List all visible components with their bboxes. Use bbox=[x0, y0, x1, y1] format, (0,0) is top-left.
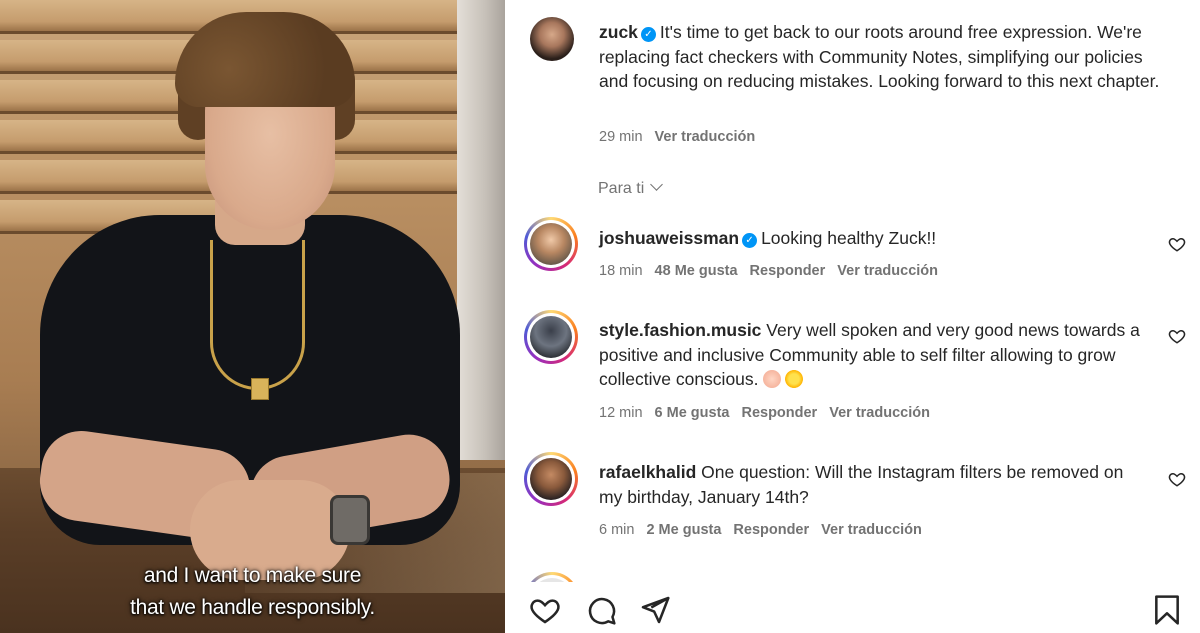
bookmark-icon[interactable] bbox=[1151, 594, 1183, 626]
post-caption: zuck ✓ It's time to get back to our roots … bbox=[599, 20, 1174, 94]
comment-icon[interactable] bbox=[585, 594, 617, 626]
reply-button[interactable]: Responder bbox=[750, 263, 826, 279]
video-player[interactable]: and I want to make sure that we handle r… bbox=[0, 0, 505, 633]
comment-time: 12 min bbox=[599, 405, 643, 421]
comment-sort-dropdown[interactable]: Para ti bbox=[598, 178, 664, 198]
comment-text: Looking healthy Zuck!! bbox=[761, 228, 937, 248]
translate-link[interactable]: Ver traducción bbox=[821, 522, 922, 538]
post-time: 29 min bbox=[599, 129, 643, 145]
comment-meta: 12 min 6 Me gusta Responder Ver traducci… bbox=[599, 405, 930, 421]
post-meta: 29 min Ver traducción bbox=[599, 129, 755, 145]
like-heart-icon[interactable] bbox=[1168, 235, 1186, 253]
wristwatch bbox=[330, 495, 370, 545]
comment-meta: 18 min 48 Me gusta Responder Ver traducc… bbox=[599, 263, 938, 279]
comment-likes[interactable]: 6 Me gusta bbox=[655, 405, 730, 421]
translate-link[interactable]: Ver traducción bbox=[837, 263, 938, 279]
post-action-bar bbox=[505, 582, 1200, 633]
comment-likes[interactable]: 2 Me gusta bbox=[646, 522, 721, 538]
translate-link[interactable]: Ver traducción bbox=[829, 405, 930, 421]
heart-icon[interactable] bbox=[529, 594, 561, 626]
share-icon[interactable] bbox=[639, 594, 671, 626]
post-username[interactable]: zuck bbox=[599, 22, 638, 42]
comment-body: joshuaweissman ✓ Looking healthy Zuck!! bbox=[599, 226, 1144, 251]
verified-badge-icon: ✓ bbox=[742, 233, 758, 248]
next-comment-avatar bbox=[525, 572, 579, 582]
avatar-style-fashion-music[interactable] bbox=[524, 310, 578, 364]
comments-panel: zuck ✓ It's time to get back to our roots … bbox=[505, 0, 1200, 633]
clapping-hands-emoji bbox=[762, 370, 781, 388]
translate-link[interactable]: Ver traducción bbox=[655, 129, 756, 145]
gold-chain bbox=[210, 240, 305, 390]
comment-time: 18 min bbox=[599, 263, 643, 279]
avatar-joshuaweissman[interactable] bbox=[524, 217, 578, 271]
comment-likes[interactable]: 48 Me gusta bbox=[655, 263, 738, 279]
verified-badge-icon: ✓ bbox=[640, 27, 656, 42]
gold-pendant bbox=[251, 378, 269, 400]
chevron-down-icon bbox=[650, 178, 664, 191]
wall-pillar bbox=[457, 0, 505, 460]
avatar-rafaelkhalid[interactable] bbox=[524, 452, 578, 506]
video-caption-line1: and I want to make sure bbox=[143, 564, 362, 587]
sun-emoji bbox=[784, 370, 803, 388]
comment-body: rafaelkhalid One question: Will the Inst… bbox=[599, 460, 1144, 509]
comment-username[interactable]: rafaelkhalid bbox=[599, 462, 696, 482]
comment-username[interactable]: joshuaweissman bbox=[599, 228, 739, 248]
like-heart-icon[interactable] bbox=[1168, 327, 1186, 345]
reply-button[interactable]: Responder bbox=[733, 522, 809, 538]
comment-sort-label: Para ti bbox=[598, 180, 645, 197]
video-caption-line2: that we handle responsibly. bbox=[130, 596, 375, 619]
comment-username[interactable]: style.fashion.music bbox=[599, 320, 761, 340]
like-heart-icon[interactable] bbox=[1168, 470, 1186, 488]
reply-button[interactable]: Responder bbox=[741, 405, 817, 421]
comment-meta: 6 min 2 Me gusta Responder Ver traducció… bbox=[599, 522, 922, 538]
comment-body: style.fashion.music Very well spoken and… bbox=[599, 318, 1159, 392]
avatar-zuck[interactable] bbox=[530, 17, 574, 61]
post-text: It's time to get back to our roots aroun… bbox=[599, 22, 1160, 91]
comment-time: 6 min bbox=[599, 522, 635, 538]
